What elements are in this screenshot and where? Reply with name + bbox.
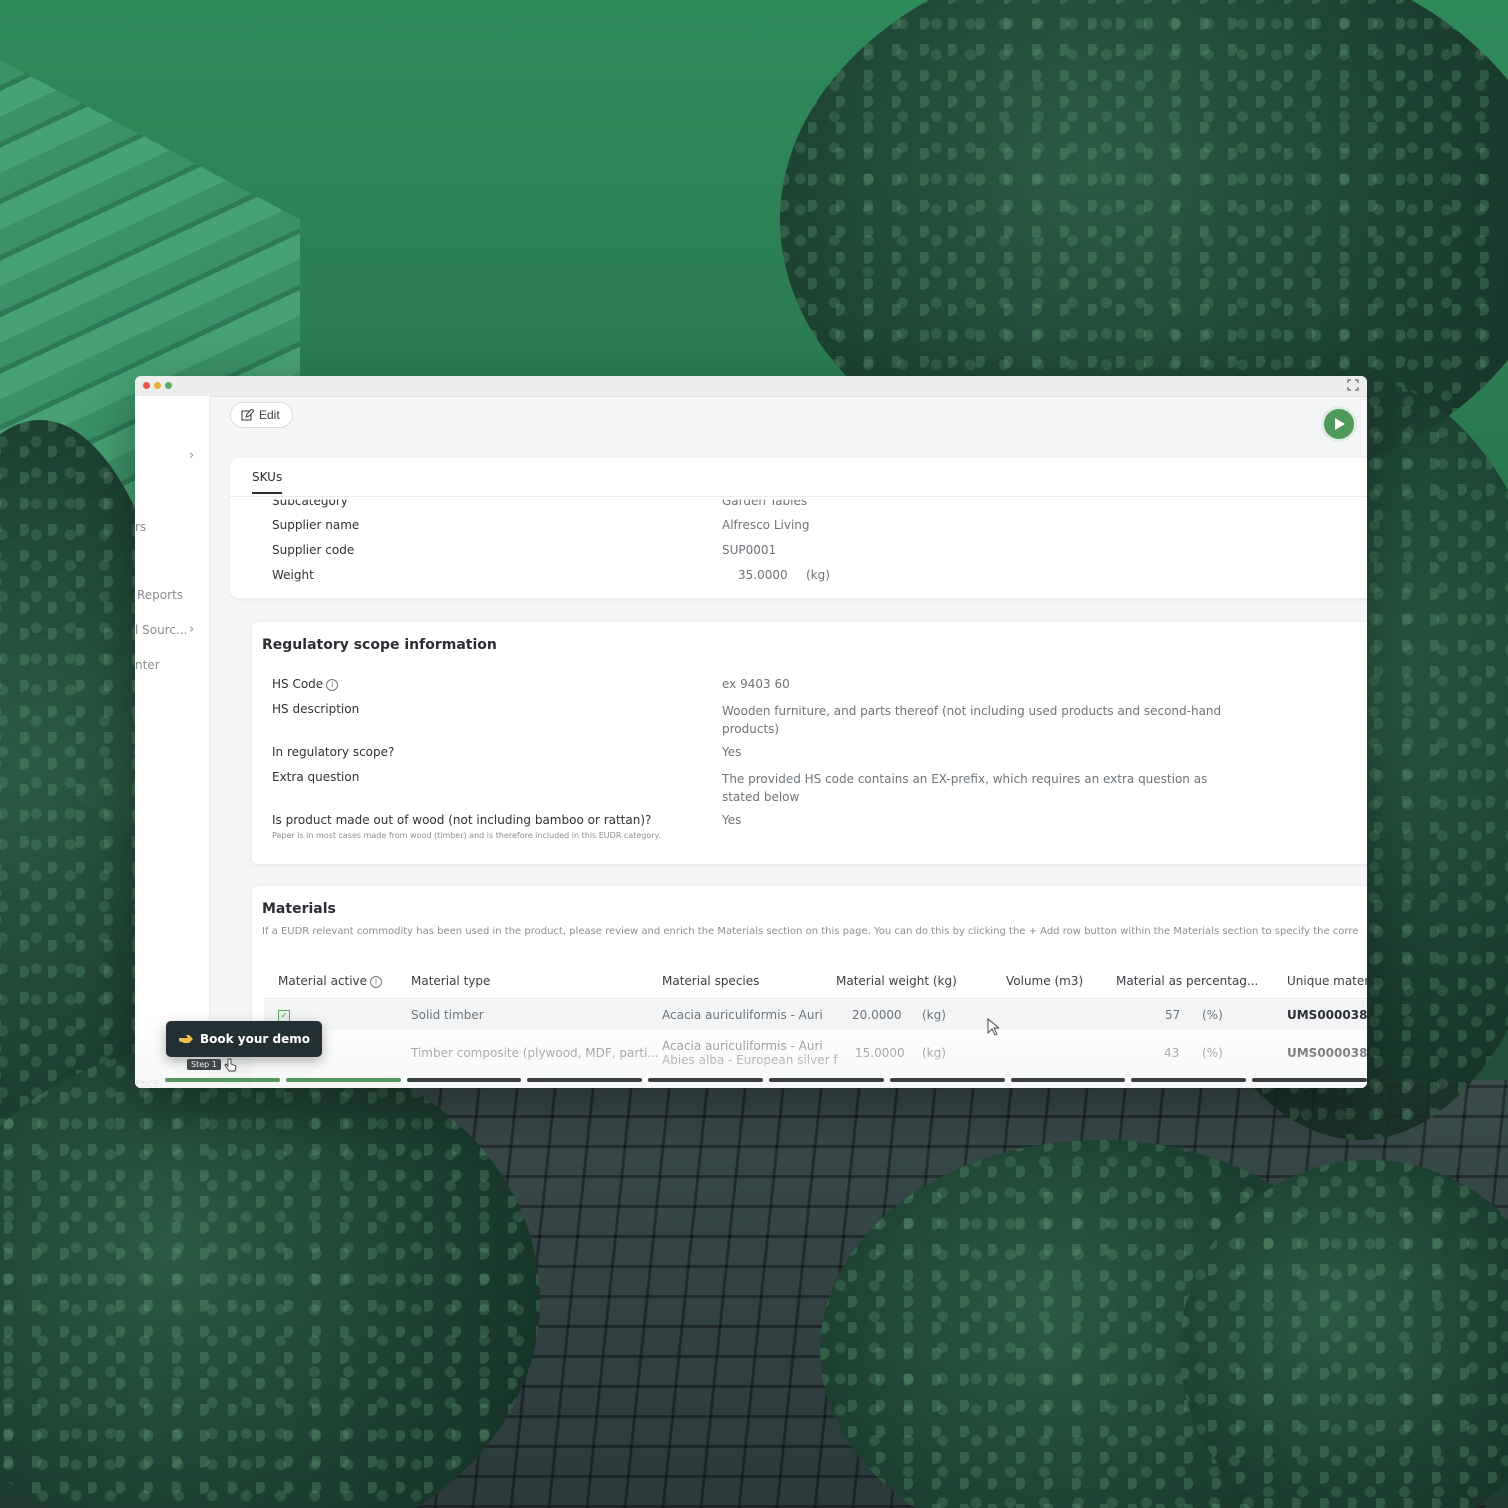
column-header-material-active[interactable]: Material active i	[278, 974, 383, 988]
sidebar-item[interactable]: rs	[135, 520, 146, 534]
cell-material-species: Acacia auriculiformis - Auri	[662, 1039, 823, 1053]
field-value-hs-code: ex 9403 60	[722, 677, 790, 691]
field-label-supplier-name: Supplier name	[272, 518, 360, 532]
cell-material-weight: 15.0000	[855, 1046, 905, 1060]
mouse-cursor-icon	[987, 1018, 999, 1036]
cell-weight-unit: (kg)	[922, 1008, 946, 1022]
regulatory-scope-card: Regulatory scope information HS Code i ex…	[252, 622, 1367, 864]
column-header-material-species[interactable]: Material species	[662, 974, 759, 988]
materials-description: If a EUDR relevant commodity has been us…	[262, 926, 1359, 937]
progress-step[interactable]	[1010, 1078, 1126, 1082]
play-button[interactable]	[1321, 406, 1357, 442]
cell-weight-unit: (kg)	[922, 1046, 946, 1060]
step-badge: Step 1	[187, 1059, 221, 1070]
cell-material-species-2: Abies alba - European silver f	[662, 1053, 838, 1067]
app-window: › rs Reports l Sourc... › nter ENCE Edit…	[135, 376, 1367, 1088]
field-label-regulatory-scope: In regulatory scope?	[272, 745, 395, 759]
cell-percent-unit: (%)	[1202, 1008, 1223, 1022]
cell-unique-material: UMS0000386	[1287, 1046, 1367, 1060]
book-demo-button[interactable]: Book your demo	[166, 1021, 322, 1057]
cell-material-percentage: 43	[1164, 1046, 1180, 1060]
field-label-hs-code: HS Code i	[272, 677, 339, 691]
info-icon[interactable]: i	[326, 679, 339, 691]
field-label-weight: Weight	[272, 568, 314, 582]
sidebar-item-sourcing[interactable]: l Sourc...	[135, 623, 187, 637]
info-icon[interactable]: i	[370, 976, 383, 988]
chevron-right-icon[interactable]: ›	[189, 622, 194, 637]
tab-skus[interactable]: SKUs	[252, 470, 283, 494]
field-label-made-of-wood: Is product made out of wood (not includi…	[272, 813, 652, 827]
progress-step[interactable]	[768, 1078, 884, 1082]
field-value-made-of-wood: Yes	[722, 813, 742, 827]
product-details-card: SKUs Subcategory Garden Tables Supplier …	[230, 458, 1367, 598]
book-demo-label: Book your demo	[200, 1032, 310, 1046]
progress-step[interactable]	[406, 1078, 522, 1082]
cell-material-type: Solid timber	[411, 1008, 484, 1022]
field-unit-weight: (kg)	[806, 568, 830, 582]
progress-step[interactable]	[889, 1078, 1005, 1082]
maximize-window-button[interactable]	[165, 382, 172, 389]
column-header-unique-material[interactable]: Unique mater	[1287, 974, 1367, 988]
cell-material-species: Acacia auriculiformis - Auri	[662, 1008, 823, 1022]
pointing-hand-icon	[179, 1035, 193, 1043]
sidebar-item-reports[interactable]: Reports	[137, 588, 183, 602]
cell-material-percentage: 57	[1165, 1008, 1181, 1022]
cell-unique-material: UMS0000384	[1287, 1008, 1367, 1022]
progress-step[interactable]	[1131, 1078, 1247, 1082]
column-header-volume[interactable]: Volume (m3)	[1006, 974, 1083, 988]
field-label-supplier-code: Supplier code	[272, 543, 355, 557]
close-window-button[interactable]	[143, 382, 150, 389]
progress-step[interactable]	[165, 1078, 280, 1082]
progress-step[interactable]	[1252, 1078, 1367, 1082]
progress-step[interactable]	[527, 1078, 643, 1082]
column-header-material-type[interactable]: Material type	[411, 974, 490, 988]
field-value-supplier-name: Alfresco Living	[722, 518, 810, 532]
materials-title: Materials	[262, 901, 336, 917]
window-titlebar	[135, 376, 1367, 397]
play-icon	[1335, 418, 1345, 430]
edit-icon	[241, 408, 254, 421]
sidebar-item[interactable]: nter	[135, 658, 160, 672]
field-label-extra-question: Extra question	[272, 770, 360, 784]
hand-cursor-icon	[224, 1058, 237, 1072]
field-label-hs-description: HS description	[272, 702, 360, 716]
edit-button[interactable]: Edit	[230, 402, 293, 428]
field-note-made-of-wood: Paper is in most cases made from wood (t…	[272, 831, 661, 840]
materials-card: Materials If a EUDR relevant commodity h…	[252, 886, 1367, 1088]
field-value-regulatory-scope: Yes	[722, 745, 742, 759]
field-value-supplier-code: SUP0001	[722, 543, 777, 557]
minimize-window-button[interactable]	[154, 382, 161, 389]
field-value-hs-description: Wooden furniture, and parts thereof (not…	[722, 704, 1222, 736]
sidebar: › rs Reports l Sourc... › nter ENCE	[135, 396, 210, 1088]
fullscreen-icon[interactable]	[1347, 379, 1359, 391]
cell-material-type: Timber composite (plywood, MDF, parti...	[411, 1046, 659, 1060]
cell-percent-unit: (%)	[1202, 1046, 1223, 1060]
field-value-extra-question: The provided HS code contains an EX-pref…	[722, 772, 1208, 804]
regulatory-title: Regulatory scope information	[262, 637, 497, 653]
column-header-material-percentage[interactable]: Material as percentag...	[1116, 974, 1258, 988]
field-value-weight: 35.0000	[738, 568, 788, 582]
chevron-right-icon[interactable]: ›	[189, 448, 194, 463]
edit-button-label: Edit	[259, 408, 280, 422]
cell-material-weight: 20.0000	[852, 1008, 902, 1022]
column-header-material-weight[interactable]: Material weight (kg)	[836, 974, 957, 988]
progress-step[interactable]	[285, 1078, 401, 1082]
progress-step[interactable]	[648, 1078, 763, 1082]
demo-progress-bar[interactable]	[135, 1078, 1367, 1082]
